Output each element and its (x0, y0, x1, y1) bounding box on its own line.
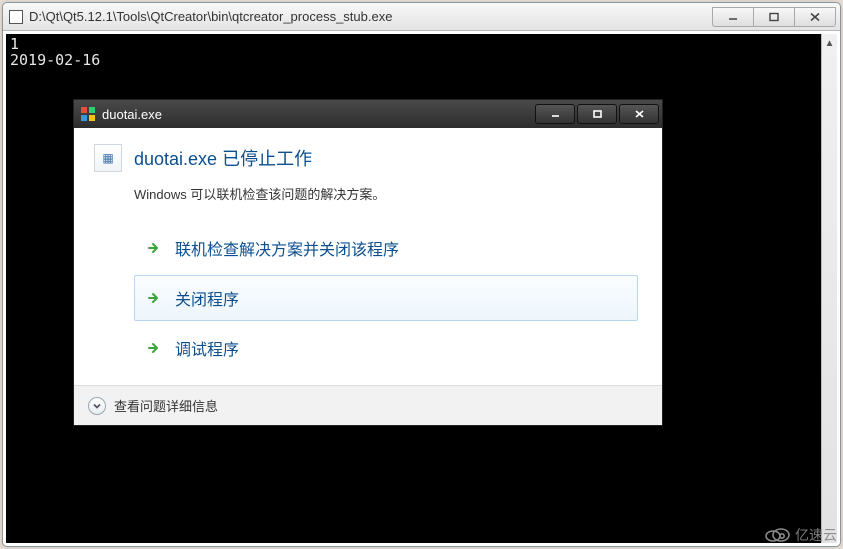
dialog-app-icon (80, 106, 96, 122)
scroll-up-icon[interactable]: ▴ (822, 34, 837, 50)
option-check-online[interactable]: 联机检查解决方案并关闭该程序 (134, 225, 638, 271)
dialog-title: duotai.exe (102, 107, 533, 122)
maximize-button[interactable] (753, 7, 795, 27)
watermark: 亿速云 (763, 525, 837, 545)
dialog-footer: 查看问题详细信息 (74, 385, 662, 425)
dialog-subtitle: Windows 可以联机检查该问题的解决方案。 (134, 184, 642, 203)
console-title: D:\Qt\Qt5.12.1\Tools\QtCreator\bin\qtcre… (29, 9, 713, 24)
arrow-icon (145, 289, 163, 307)
document-icon: ▦ (94, 144, 122, 172)
arrow-icon (145, 239, 163, 257)
console-app-icon (9, 10, 23, 24)
option-debug-program[interactable]: 调试程序 (134, 325, 638, 371)
close-button[interactable] (794, 7, 836, 27)
window-controls (713, 7, 836, 27)
option-list: 联机检查解决方案并关闭该程序 关闭程序 调试程序 (134, 225, 638, 371)
scrollbar[interactable]: ▴ (821, 34, 837, 543)
console-line: 1 (10, 36, 833, 52)
console-line: 2019-02-16 (10, 52, 833, 68)
console-titlebar[interactable]: D:\Qt\Qt5.12.1\Tools\QtCreator\bin\qtcre… (3, 3, 840, 31)
dialog-close-button[interactable] (619, 104, 659, 124)
dialog-heading: duotai.exe 已停止工作 (134, 145, 312, 171)
error-dialog: duotai.exe ▦ duotai.exe 已停止工作 Windows 可以… (73, 99, 663, 426)
option-close-program[interactable]: 关闭程序 (134, 275, 638, 321)
dialog-minimize-button[interactable] (535, 104, 575, 124)
option-label: 联机检查解决方案并关闭该程序 (175, 236, 399, 260)
dialog-titlebar[interactable]: duotai.exe (74, 100, 662, 128)
details-toggle[interactable]: 查看问题详细信息 (114, 396, 218, 415)
heading-row: ▦ duotai.exe 已停止工作 (94, 144, 642, 172)
option-label: 关闭程序 (175, 286, 239, 310)
watermark-text: 亿速云 (795, 525, 837, 545)
chevron-down-icon[interactable] (88, 397, 106, 415)
arrow-icon (145, 339, 163, 357)
minimize-button[interactable] (712, 7, 754, 27)
dialog-maximize-button[interactable] (577, 104, 617, 124)
dialog-window-controls (533, 104, 659, 124)
dialog-body: ▦ duotai.exe 已停止工作 Windows 可以联机检查该问题的解决方… (74, 128, 662, 385)
option-label: 调试程序 (175, 336, 239, 360)
